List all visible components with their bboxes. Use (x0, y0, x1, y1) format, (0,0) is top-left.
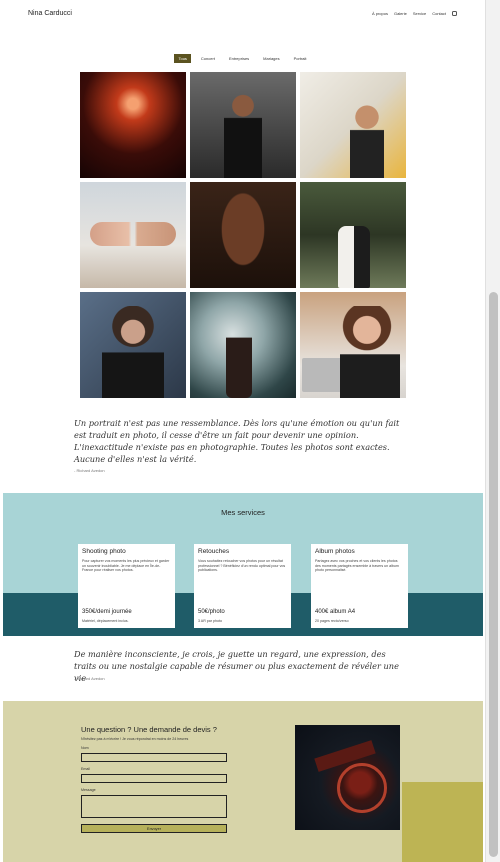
service-card-desc: Partagez avec vos proches et vos clients… (315, 559, 399, 573)
send-button[interactable]: Envoyer (81, 824, 227, 833)
contact-image-camera (295, 725, 400, 830)
nav-item-about[interactable]: À propos (372, 11, 388, 16)
name-field[interactable] (81, 753, 227, 762)
name-label: Nom (81, 746, 89, 750)
scrollbar-thumb[interactable] (489, 292, 498, 857)
gallery-image-business-woman[interactable] (300, 72, 406, 178)
filter-entreprises[interactable]: Entreprises (225, 54, 253, 63)
service-card-title: Retouches (198, 548, 230, 555)
service-card-title: Album photos (315, 548, 355, 555)
service-card-sub: 3 AR par photo (198, 619, 222, 623)
gallery-filters: Tous Concert Entreprises Mariages Portra… (0, 54, 485, 63)
message-label: Message (81, 788, 96, 792)
main-nav: À propos Galerie Service Contact (372, 11, 457, 16)
service-card-price: 50€/photo (198, 609, 225, 615)
photo-gallery (80, 72, 406, 398)
gallery-image-concert-crowd[interactable] (190, 292, 296, 398)
nav-item-contact[interactable]: Contact (432, 11, 446, 16)
gallery-image-portrait-woman[interactable] (80, 292, 186, 398)
quote-author: - Richard Avedon (74, 468, 105, 473)
contact-title: Une question ? Une demande de devis ? (81, 725, 217, 734)
filter-mariages[interactable]: Mariages (259, 54, 283, 63)
contact-subtitle: N'hésitez pas à m'écrire ! Je vous répon… (81, 737, 189, 741)
header: Nina Carducci À propos Galerie Service C… (0, 0, 485, 28)
quote-author-2: - Richard Avedon (74, 676, 105, 681)
email-label: Email (81, 767, 90, 771)
gallery-image-wedding-couple[interactable] (300, 182, 406, 288)
services-title: Mes services (221, 508, 265, 517)
filter-all[interactable]: Tous (174, 54, 191, 63)
service-card-title: Shooting photo (82, 548, 126, 555)
instagram-icon[interactable] (452, 11, 457, 16)
gallery-image-portrait-man[interactable] (190, 182, 296, 288)
filter-portrait[interactable]: Portrait (290, 54, 311, 63)
service-card-sub: 20 pages recto/verso (315, 619, 349, 623)
site-brand[interactable]: Nina Carducci (28, 10, 72, 17)
service-card-desc: Vous souhaitez retoucher vos photos pour… (198, 559, 286, 573)
decorative-block (402, 782, 483, 862)
service-card-album: Album photos Partagez avec vos proches e… (311, 544, 408, 628)
gallery-image-hands-wedding[interactable] (80, 182, 186, 288)
gallery-image-laughing-woman[interactable] (300, 292, 406, 398)
gallery-image-business-man[interactable] (190, 72, 296, 178)
service-card-price: 350€/demi journée (82, 609, 132, 615)
gallery-image-concert[interactable] (80, 72, 186, 178)
page: Nina Carducci À propos Galerie Service C… (0, 0, 485, 862)
quote-text-2: De manière inconsciente, je crois, je gu… (74, 649, 399, 683)
service-card-price: 400€ album A4 (315, 609, 356, 615)
service-card-desc: Pour capturer vos moments les plus préci… (82, 559, 170, 573)
nav-item-service[interactable]: Service (413, 11, 426, 16)
quote-text: Un portrait n'est pas une ressemblance. … (74, 418, 400, 464)
service-card-sub: Matériel, déplacement inclus. (82, 619, 129, 623)
filter-concert[interactable]: Concert (197, 54, 219, 63)
nav-item-gallery[interactable]: Galerie (394, 11, 407, 16)
email-field[interactable] (81, 774, 227, 783)
service-card-shooting: Shooting photo Pour capturer vos moments… (78, 544, 175, 628)
message-field[interactable] (81, 795, 227, 818)
service-card-retouches: Retouches Vous souhaitez retoucher vos p… (194, 544, 291, 628)
scrollbar[interactable] (485, 0, 500, 862)
